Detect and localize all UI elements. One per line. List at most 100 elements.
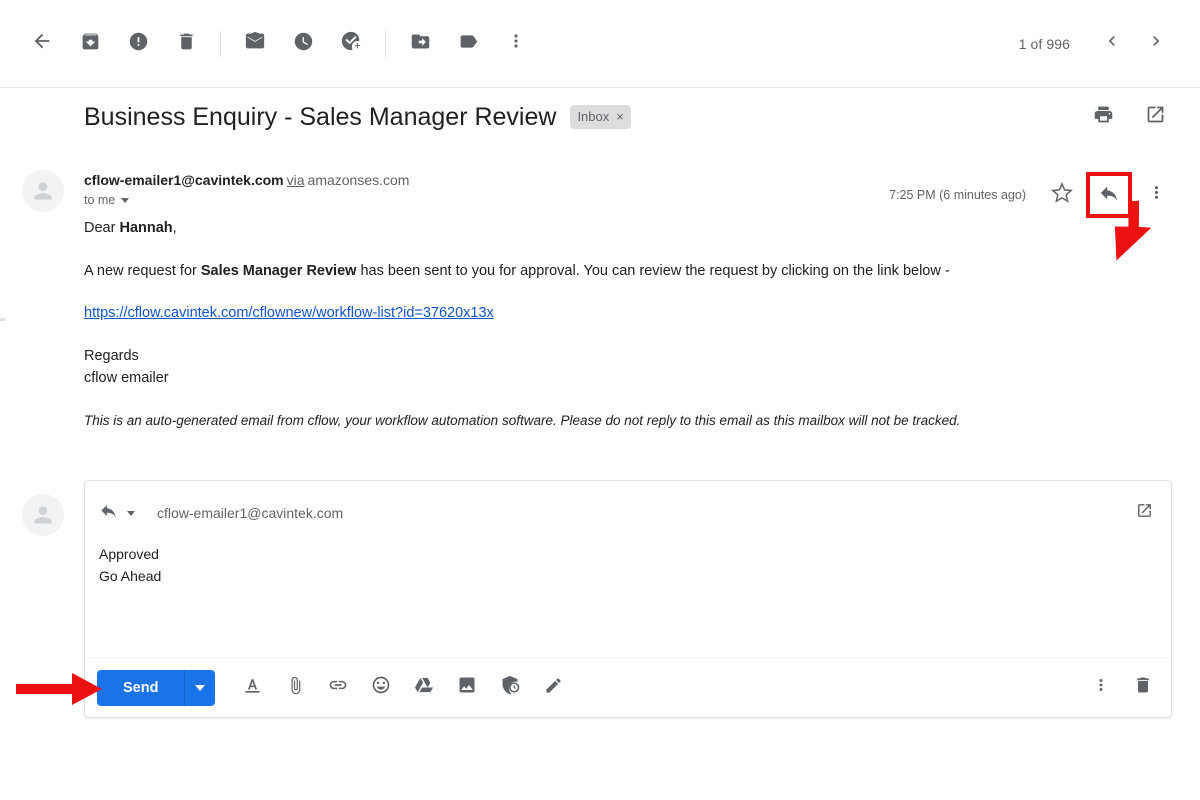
- move-to-icon: [410, 31, 431, 57]
- chevron-left-icon: [1102, 31, 1122, 56]
- insert-emoji-icon: [371, 675, 391, 700]
- toolbar-icon-group: [0, 20, 540, 68]
- insert-link-button[interactable]: [323, 673, 353, 703]
- compose-popout-button[interactable]: [1136, 502, 1153, 524]
- delete-icon: [176, 31, 197, 57]
- formatting-options-button[interactable]: [237, 673, 267, 703]
- insert-emoji-button[interactable]: [366, 673, 396, 703]
- greeting-name: Hannah: [119, 220, 173, 236]
- sender-email[interactable]: cflow-emailer1@cavintek.com: [84, 172, 284, 188]
- compose-more-options-button[interactable]: [1087, 673, 1115, 703]
- via-label: via: [286, 172, 305, 188]
- discard-draft-button[interactable]: [1129, 673, 1157, 703]
- body-paragraph: A new request for Sales Manager Review h…: [84, 261, 1094, 281]
- sender-line: cflow-emailer1@cavintek.com via amazonses.…: [84, 170, 409, 190]
- insert-drive-file-icon: [414, 675, 434, 700]
- message-timestamp: 7:25 PM (6 minutes ago): [889, 188, 1026, 202]
- sender-block: cflow-emailer1@cavintek.com via amazonses.…: [84, 160, 409, 218]
- chevron-down-icon: [127, 510, 135, 516]
- pagination-count: 1 of 996: [1018, 35, 1070, 52]
- labels-button[interactable]: [444, 20, 492, 68]
- open-in-new-window-button[interactable]: [1134, 96, 1176, 138]
- confidential-mode-button[interactable]: [495, 673, 525, 703]
- chevron-down-icon: [121, 197, 130, 203]
- page-title: Business Enquiry - Sales Manager Review: [84, 103, 557, 131]
- compose-header: cflow-emailer1@cavintek.com: [85, 481, 1171, 525]
- message-more-button[interactable]: [1136, 175, 1176, 215]
- attach-file-button[interactable]: [280, 673, 310, 703]
- print-icon: [1093, 104, 1114, 130]
- confidential-mode-icon: [500, 675, 520, 700]
- compose-reply-area: cflow-emailer1@cavintek.com Approved Go …: [22, 480, 1172, 718]
- mark-unread-icon: [244, 30, 266, 57]
- recipient-label: to me: [84, 193, 116, 207]
- report-spam-button[interactable]: [114, 20, 162, 68]
- insert-photo-button[interactable]: [452, 673, 482, 703]
- subject-actions: [1082, 96, 1176, 138]
- insert-photo-icon: [457, 675, 477, 700]
- reply-icon: [99, 501, 118, 525]
- regards-line-2: cflow emailer: [84, 370, 169, 386]
- open-in-new-icon: [1145, 104, 1166, 130]
- insert-signature-icon: [544, 676, 563, 700]
- label-chip-inbox[interactable]: Inbox ×: [570, 105, 631, 129]
- workflow-link[interactable]: https://cflow.cavintek.com/cflownew/work…: [84, 305, 494, 321]
- more-options-button[interactable]: [492, 20, 540, 68]
- open-in-new-icon: [1136, 502, 1153, 524]
- delete-button[interactable]: [162, 20, 210, 68]
- report-spam-icon: [128, 31, 149, 57]
- reply-button[interactable]: [1090, 175, 1128, 215]
- greeting-suffix: ,: [172, 220, 177, 236]
- reply-icon: [1098, 182, 1120, 209]
- back-button[interactable]: [18, 20, 66, 68]
- message-meta: 7:25 PM (6 minutes ago): [889, 160, 1176, 218]
- message-toolbar: 1 of 996: [0, 0, 1200, 88]
- reply-button-highlight-box: [1086, 172, 1132, 218]
- chevron-right-icon: [1146, 31, 1166, 56]
- send-options-button[interactable]: [185, 669, 216, 706]
- snooze-button[interactable]: [279, 20, 327, 68]
- move-to-button[interactable]: [396, 20, 444, 68]
- label-chip-remove-icon[interactable]: ×: [616, 110, 624, 123]
- subject-row: Business Enquiry - Sales Manager Review …: [0, 96, 1200, 138]
- compose-message-input[interactable]: Approved Go Ahead: [85, 525, 1171, 615]
- add-to-tasks-button[interactable]: [327, 20, 375, 68]
- compose-avatar: [22, 494, 64, 536]
- print-all-button[interactable]: [1082, 96, 1124, 138]
- snooze-icon: [293, 31, 314, 57]
- compose-recipient-field[interactable]: cflow-emailer1@cavintek.com: [157, 505, 343, 521]
- paragraph-suffix: has been sent to you for approval. You c…: [356, 263, 950, 279]
- formatting-options-icon: [243, 676, 262, 700]
- star-button[interactable]: [1042, 175, 1082, 215]
- body-link-paragraph: https://cflow.cavintek.com/cflownew/work…: [84, 303, 1094, 323]
- attach-file-icon: [286, 676, 305, 700]
- newer-message-button[interactable]: [1092, 24, 1132, 64]
- more-options-icon: [506, 31, 526, 56]
- compose-right-actions: [1087, 673, 1157, 703]
- avatar: [22, 170, 64, 212]
- compose-reply-mode-button[interactable]: [99, 501, 135, 525]
- delete-icon: [1133, 675, 1153, 700]
- older-message-button[interactable]: [1136, 24, 1176, 64]
- send-button[interactable]: Send: [97, 669, 185, 706]
- send-button-group: Send: [97, 669, 216, 706]
- labels-icon: [458, 31, 479, 57]
- body-regards: Regards cflow emailer: [84, 345, 1094, 389]
- archive-button[interactable]: [66, 20, 114, 68]
- insert-drive-file-button[interactable]: [409, 673, 439, 703]
- insert-signature-button[interactable]: [538, 673, 568, 703]
- compose-line-2: Go Ahead: [99, 568, 162, 584]
- regards-line-1: Regards: [84, 348, 139, 364]
- back-icon: [31, 30, 53, 57]
- add-to-tasks-icon: [340, 30, 362, 57]
- recipient-expander[interactable]: to me: [84, 193, 409, 207]
- compose-toolbar: Send: [85, 657, 1171, 717]
- mark-unread-button[interactable]: [231, 20, 279, 68]
- via-domain: amazonses.com: [307, 172, 410, 188]
- compose-format-tools: [237, 673, 568, 703]
- left-edge-artifact: [0, 318, 5, 321]
- body-greeting: Dear Hannah,: [84, 218, 1094, 238]
- toolbar-divider-1: [220, 30, 221, 57]
- chevron-down-icon: [195, 684, 206, 691]
- toolbar-pagination: 1 of 996: [1019, 24, 1200, 64]
